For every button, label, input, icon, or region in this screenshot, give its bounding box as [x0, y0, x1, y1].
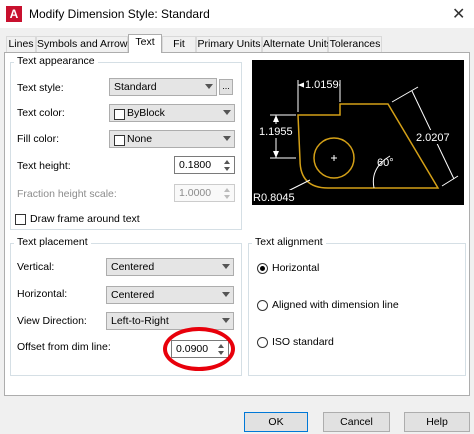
spin-buttons[interactable]	[221, 186, 233, 200]
text-alignment-title: Text alignment	[252, 236, 326, 248]
vertical-dropdown[interactable]: Centered	[106, 258, 234, 276]
horizontal-alignment-label: Horizontal	[272, 262, 320, 274]
text-height-value: 0.1800	[179, 159, 212, 171]
preview-drawing: 1.0159 1.1955 2.0207 60° R0.8045	[252, 76, 459, 204]
dim-right-text: 2.0207	[416, 132, 450, 144]
arrowhead	[298, 82, 305, 88]
horizontal-alignment-radio[interactable]	[257, 263, 268, 274]
offset-from-dim-line-label: Offset from dim line:	[17, 341, 111, 353]
view-direction-dropdown[interactable]: Left-to-Right	[106, 312, 234, 330]
horizontal-dropdown[interactable]: Centered	[106, 286, 234, 304]
chevron-down-icon	[205, 84, 213, 89]
text-color-dropdown[interactable]: ByBlock	[109, 104, 235, 122]
spin-down-icon[interactable]	[224, 167, 230, 171]
iso-standard-label: ISO standard	[272, 336, 334, 348]
view-direction-label: View Direction:	[17, 315, 87, 327]
text-style-label: Text style:	[17, 82, 64, 94]
extension-line	[441, 175, 459, 187]
draw-frame-label: Draw frame around text	[30, 213, 140, 225]
chevron-down-icon	[222, 292, 230, 297]
tab-primary-units[interactable]: Primary Units	[196, 36, 262, 52]
spin-down-icon[interactable]	[224, 195, 230, 199]
dimension-preview: 1.0159 1.1955 2.0207 60° R0.8045	[252, 60, 464, 205]
help-button[interactable]: Help	[404, 412, 470, 432]
tab-fit[interactable]: Fit	[162, 36, 196, 52]
view-direction-value: Left-to-Right	[111, 315, 169, 327]
tab-symbols-and-arrows[interactable]: Symbols and Arrows	[36, 36, 133, 52]
tab-text[interactable]: Text	[128, 34, 162, 53]
dim-top-text: 1.0159	[305, 79, 339, 91]
arrowhead	[273, 151, 279, 158]
fill-color-value: None	[127, 133, 153, 145]
fill-color-dropdown[interactable]: None	[109, 130, 235, 148]
fraction-height-scale-value: 1.0000	[179, 187, 212, 199]
text-style-value: Standard	[114, 81, 157, 93]
vertical-value: Centered	[111, 261, 155, 273]
dim-left-text: 1.1955	[259, 126, 293, 138]
color-swatch-icon	[114, 109, 125, 120]
text-style-dropdown[interactable]: Standard	[109, 78, 217, 96]
tab-lines[interactable]: Lines	[6, 36, 36, 52]
chevron-down-icon	[222, 264, 230, 269]
spin-buttons[interactable]	[221, 158, 233, 172]
title-bar: A Modify Dimension Style: Standard ✕	[0, 0, 474, 28]
tab-tolerances[interactable]: Tolerances	[328, 36, 382, 52]
part-outline	[297, 103, 440, 189]
iso-standard-radio[interactable]	[257, 337, 268, 348]
ok-button[interactable]: OK	[244, 412, 308, 432]
arrowhead	[273, 115, 279, 122]
text-height-stepper[interactable]: 0.1800	[174, 156, 235, 174]
close-icon[interactable]: ✕	[452, 4, 465, 24]
autocad-logo-icon: A	[6, 6, 22, 22]
red-highlight-circle	[163, 327, 235, 371]
angle-text: 60°	[377, 157, 394, 169]
aligned-with-dim-line-radio[interactable]	[257, 300, 268, 311]
color-swatch-icon	[114, 135, 125, 146]
text-color-value: ByBlock	[127, 107, 165, 119]
chevron-down-icon	[223, 110, 231, 115]
chevron-down-icon	[223, 136, 231, 141]
text-color-label: Text color:	[17, 107, 65, 119]
spin-up-icon[interactable]	[224, 188, 230, 192]
aligned-with-dim-line-label: Aligned with dimension line	[272, 299, 399, 311]
tab-alternate-units[interactable]: Alternate Units	[262, 36, 332, 52]
chevron-down-icon	[222, 318, 230, 323]
fill-color-label: Fill color:	[17, 133, 60, 145]
text-appearance-title: Text appearance	[14, 55, 98, 67]
cancel-button[interactable]: Cancel	[323, 412, 390, 432]
fraction-height-scale-stepper[interactable]: 1.0000	[174, 184, 235, 202]
vertical-label: Vertical:	[17, 261, 55, 273]
text-style-browse-button[interactable]: ...	[219, 79, 233, 95]
draw-frame-checkbox[interactable]	[15, 214, 26, 225]
radius-text: R0.8045	[253, 192, 295, 204]
window-title: Modify Dimension Style: Standard	[29, 7, 210, 21]
radio-selected-dot	[260, 266, 265, 271]
fraction-height-scale-label: Fraction height scale:	[17, 188, 117, 200]
text-height-label: Text height:	[17, 160, 71, 172]
horizontal-value: Centered	[111, 289, 155, 301]
text-placement-title: Text placement	[14, 236, 91, 248]
horizontal-label: Horizontal:	[17, 288, 68, 300]
spin-up-icon[interactable]	[224, 160, 230, 164]
